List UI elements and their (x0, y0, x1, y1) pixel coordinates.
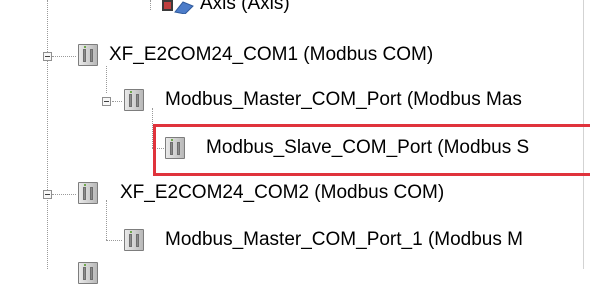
highlight-box (153, 124, 590, 176)
tree-item-label: Axis (Axis) (200, 0, 290, 14)
tree-connector (47, 0, 48, 190)
tree-connector (106, 240, 122, 241)
device-icon (124, 229, 144, 251)
tree-connector (112, 101, 122, 102)
device-icon (124, 89, 144, 111)
tree-connector (52, 56, 76, 57)
tree-item-label: XF_E2COM24_COM1 (Modbus COM) (109, 44, 434, 65)
axis-icon (162, 0, 194, 14)
tree-connector (52, 194, 76, 195)
device-icon (78, 262, 98, 284)
collapse-toggle[interactable] (102, 97, 111, 106)
tree-connector (47, 198, 48, 269)
device-icon (78, 44, 98, 66)
tree-item-label: Modbus_Master_COM_Port (Modbus Mas (165, 89, 522, 110)
collapse-toggle[interactable] (43, 52, 52, 61)
tree-item-label: Modbus_Master_COM_Port_1 (Modbus M (165, 229, 523, 250)
tree-connector (106, 66, 107, 93)
tree-connector (150, 0, 151, 10)
device-tree: Axis (Axis) XF_E2COM24_COM1 (Modbus COM)… (0, 0, 590, 284)
tree-connector (106, 200, 107, 240)
device-icon (78, 182, 98, 204)
collapse-toggle[interactable] (43, 190, 52, 199)
tree-item-label: XF_E2COM24_COM2 (Modbus COM) (120, 182, 445, 203)
